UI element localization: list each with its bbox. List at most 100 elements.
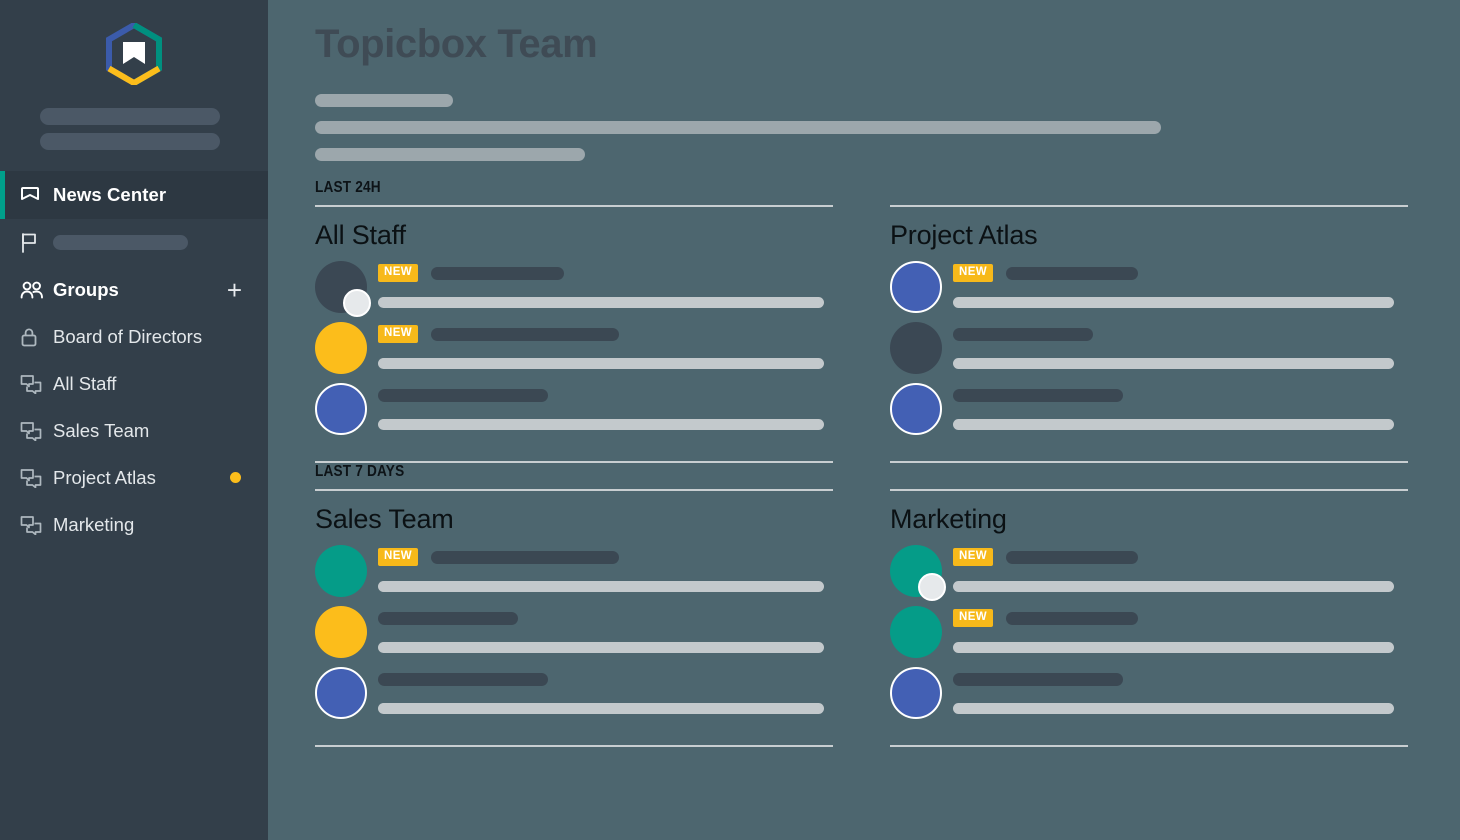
news-item-row[interactable]: NEW	[890, 606, 1408, 667]
sidebar-item-board-of-directors[interactable]: Board of Directors	[0, 313, 268, 360]
sidebar-item-label-news-center: News Center	[53, 184, 167, 205]
app-window: News Center Groups + Board of Directors …	[0, 0, 1460, 840]
sidebar: News Center Groups + Board of Directors …	[0, 0, 268, 840]
header-line-2	[315, 121, 1161, 134]
group-card-title[interactable]: All Staff	[315, 220, 833, 251]
news-section: LAST 24H All Staff NEW NEW Project Atlas NEW	[315, 179, 1408, 464]
news-item-preview-placeholder	[378, 703, 824, 715]
news-item-row[interactable]	[890, 383, 1408, 444]
avatar[interactable]	[315, 667, 367, 720]
main-content: Topicbox Team LAST 24H All Staff NEW NEW Pro…	[268, 0, 1460, 840]
account-skeleton-group	[0, 108, 268, 150]
avatar[interactable]	[315, 383, 367, 436]
news-item-subject-line: NEW	[953, 607, 1408, 629]
news-item-row[interactable]: NEW	[890, 545, 1408, 606]
sidebar-item-label-marketing: Marketing	[53, 513, 135, 535]
avatar-stack	[315, 322, 367, 375]
news-item-body: NEW	[942, 545, 1408, 593]
news-item-subject-placeholder	[378, 611, 518, 625]
chat-bubbles-icon	[20, 374, 46, 394]
lock-icon	[20, 327, 46, 347]
news-item-subject-line	[953, 323, 1408, 345]
news-item-subject-line: NEW	[953, 546, 1408, 568]
news-item-preview-placeholder	[953, 358, 1394, 370]
group-card: All Staff NEW NEW	[315, 205, 833, 464]
avatar[interactable]	[315, 606, 367, 659]
news-item-body	[942, 667, 1408, 715]
news-section: LAST 7 DAYS Sales Team NEW Marketing NEW NEW	[315, 463, 1408, 748]
news-item-subject-line: NEW	[953, 262, 1408, 284]
sidebar-item-sales-team[interactable]: Sales Team	[0, 407, 268, 454]
news-item-body	[367, 383, 833, 431]
news-item-subject-line: NEW	[378, 323, 833, 345]
plus-icon[interactable]: +	[227, 277, 242, 303]
news-item-subject-placeholder	[431, 327, 620, 341]
news-item-preview-placeholder	[378, 642, 824, 654]
section-label: LAST 7 DAYS	[315, 463, 405, 481]
avatar[interactable]	[315, 545, 367, 598]
group-card-title[interactable]: Sales Team	[315, 504, 833, 535]
news-item-subject-line: NEW	[378, 262, 833, 284]
news-item-body	[367, 606, 833, 654]
sidebar-item-news-center[interactable]: News Center	[0, 171, 268, 219]
news-item-preview-placeholder	[378, 358, 824, 370]
news-item-body: NEW	[367, 545, 833, 593]
card-divider-top	[315, 205, 833, 207]
news-item-preview-placeholder	[378, 419, 824, 431]
avatar-stack	[890, 261, 942, 314]
card-divider-top	[890, 205, 1408, 207]
sidebar-section-groups-label: Groups	[53, 278, 119, 300]
avatar[interactable]	[890, 322, 942, 375]
card-divider-top	[315, 489, 833, 492]
news-item-subject-placeholder	[1006, 550, 1139, 564]
sidebar-item-all-staff[interactable]: All Staff	[0, 360, 268, 407]
news-item-body: NEW	[367, 322, 833, 370]
news-item-subject-placeholder	[1006, 611, 1139, 625]
news-item-body	[942, 383, 1408, 431]
news-item-subject-placeholder	[431, 266, 565, 280]
news-item-body	[367, 667, 833, 715]
news-item-preview-placeholder	[378, 297, 824, 309]
news-item-row[interactable]	[890, 667, 1408, 728]
card-divider-bottom	[890, 745, 1408, 748]
group-card-title[interactable]: Project Atlas	[890, 220, 1408, 251]
page-title: Topicbox Team	[315, 22, 598, 66]
news-item-subject-line	[378, 607, 833, 629]
sidebar-item-flagged[interactable]	[0, 219, 268, 266]
avatar[interactable]	[890, 383, 942, 436]
news-item-row[interactable]	[315, 606, 833, 667]
flag-icon	[20, 232, 46, 253]
avatar-stack	[315, 606, 367, 659]
news-item-row[interactable]: NEW	[890, 261, 1408, 322]
topicbox-hexagon-logo	[106, 23, 162, 85]
avatar[interactable]	[890, 261, 942, 314]
avatar[interactable]	[890, 606, 942, 659]
avatar[interactable]	[315, 322, 367, 375]
news-item-row[interactable]: NEW	[315, 545, 833, 606]
brand-logo[interactable]	[0, 0, 268, 108]
sidebar-item-marketing[interactable]: Marketing	[0, 501, 268, 548]
avatar-stack	[890, 606, 942, 659]
news-item-subject-placeholder	[953, 672, 1123, 686]
news-item-row[interactable]	[315, 383, 833, 444]
news-item-subject-line	[378, 384, 833, 406]
card-divider-top	[890, 489, 1408, 492]
news-item-row[interactable]: NEW	[315, 261, 833, 322]
news-item-row[interactable]	[315, 667, 833, 728]
group-card-title[interactable]: Marketing	[890, 504, 1408, 535]
people-icon	[20, 281, 46, 299]
news-item-subject-line	[378, 668, 833, 690]
news-item-subject-placeholder	[953, 327, 1093, 341]
news-item-row[interactable]: NEW	[315, 322, 833, 383]
avatar[interactable]	[890, 667, 942, 720]
sidebar-item-label-all-staff: All Staff	[53, 372, 117, 394]
avatar[interactable]	[918, 573, 946, 602]
sidebar-section-groups[interactable]: Groups +	[0, 266, 268, 313]
news-item-subject-placeholder	[378, 388, 548, 402]
avatar[interactable]	[343, 289, 371, 318]
news-center-bookmark-icon	[20, 186, 46, 204]
avatar-stack	[315, 667, 367, 720]
news-item-row[interactable]	[890, 322, 1408, 383]
account-email-placeholder	[40, 133, 220, 150]
sidebar-item-project-atlas[interactable]: Project Atlas	[0, 454, 268, 501]
